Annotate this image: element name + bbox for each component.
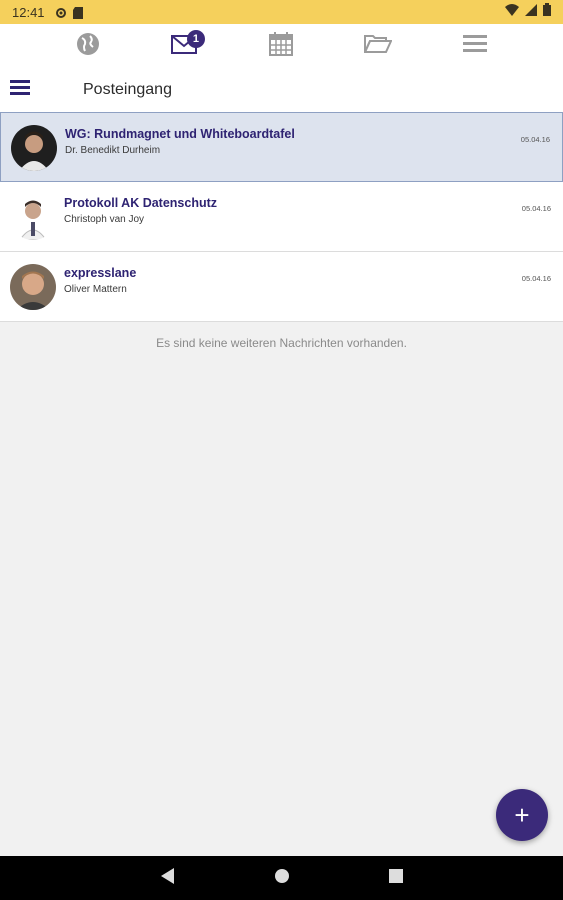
compose-button[interactable]: + <box>496 789 548 841</box>
recents-icon[interactable] <box>388 868 403 888</box>
nav-folder[interactable] <box>358 28 398 64</box>
avatar <box>10 264 56 310</box>
nav-menu[interactable] <box>455 28 495 64</box>
folder-icon <box>363 34 393 59</box>
message-row[interactable]: expresslane Oliver Mattern 05.04.16 <box>0 252 563 322</box>
globe-icon <box>76 32 100 61</box>
title-bar: Posteingang <box>0 68 563 112</box>
top-navigation: 1 <box>0 24 563 68</box>
message-subject: WG: Rundmagnet und Whiteboardtafel <box>65 127 295 141</box>
unread-badge: 1 <box>186 30 205 48</box>
nav-calendar[interactable] <box>261 28 301 64</box>
message-row[interactable]: WG: Rundmagnet und Whiteboardtafel Dr. B… <box>0 112 563 182</box>
back-icon[interactable] <box>160 867 175 889</box>
message-list: WG: Rundmagnet und Whiteboardtafel Dr. B… <box>0 112 563 322</box>
settings-icon <box>55 6 67 18</box>
hamburger-icon <box>10 79 30 101</box>
avatar <box>10 194 56 240</box>
plus-icon: + <box>514 799 530 830</box>
page-title: Posteingang <box>83 81 172 98</box>
message-sender: Dr. Benedikt Durheim <box>65 145 161 156</box>
message-subject: expresslane <box>64 266 137 280</box>
status-bar: 12:41 <box>0 0 563 24</box>
avatar <box>11 125 57 171</box>
signal-icon <box>525 3 537 21</box>
wifi-icon <box>505 3 519 21</box>
message-sender: Oliver Mattern <box>64 284 127 295</box>
battery-icon <box>543 3 551 21</box>
empty-list-note: Es sind keine weiteren Nachrichten vorha… <box>156 336 407 350</box>
message-row[interactable]: Protokoll AK Datenschutz Christoph van J… <box>0 182 563 252</box>
message-sender: Christoph van Joy <box>64 214 145 225</box>
message-date: 05.04.16 <box>520 135 550 144</box>
message-subject: Protokoll AK Datenschutz <box>64 196 218 210</box>
calendar-icon <box>269 31 294 61</box>
menu-icon <box>462 34 487 59</box>
clock: 12:41 <box>12 4 45 20</box>
nav-globe[interactable] <box>68 28 108 64</box>
system-navigation-bar <box>0 856 563 900</box>
nav-mail[interactable]: 1 <box>165 28 205 64</box>
message-date: 05.04.16 <box>521 274 551 283</box>
message-date: 05.04.16 <box>521 204 551 213</box>
sd-card-icon <box>72 6 85 19</box>
drawer-button[interactable] <box>0 68 40 112</box>
home-icon[interactable] <box>274 868 289 888</box>
